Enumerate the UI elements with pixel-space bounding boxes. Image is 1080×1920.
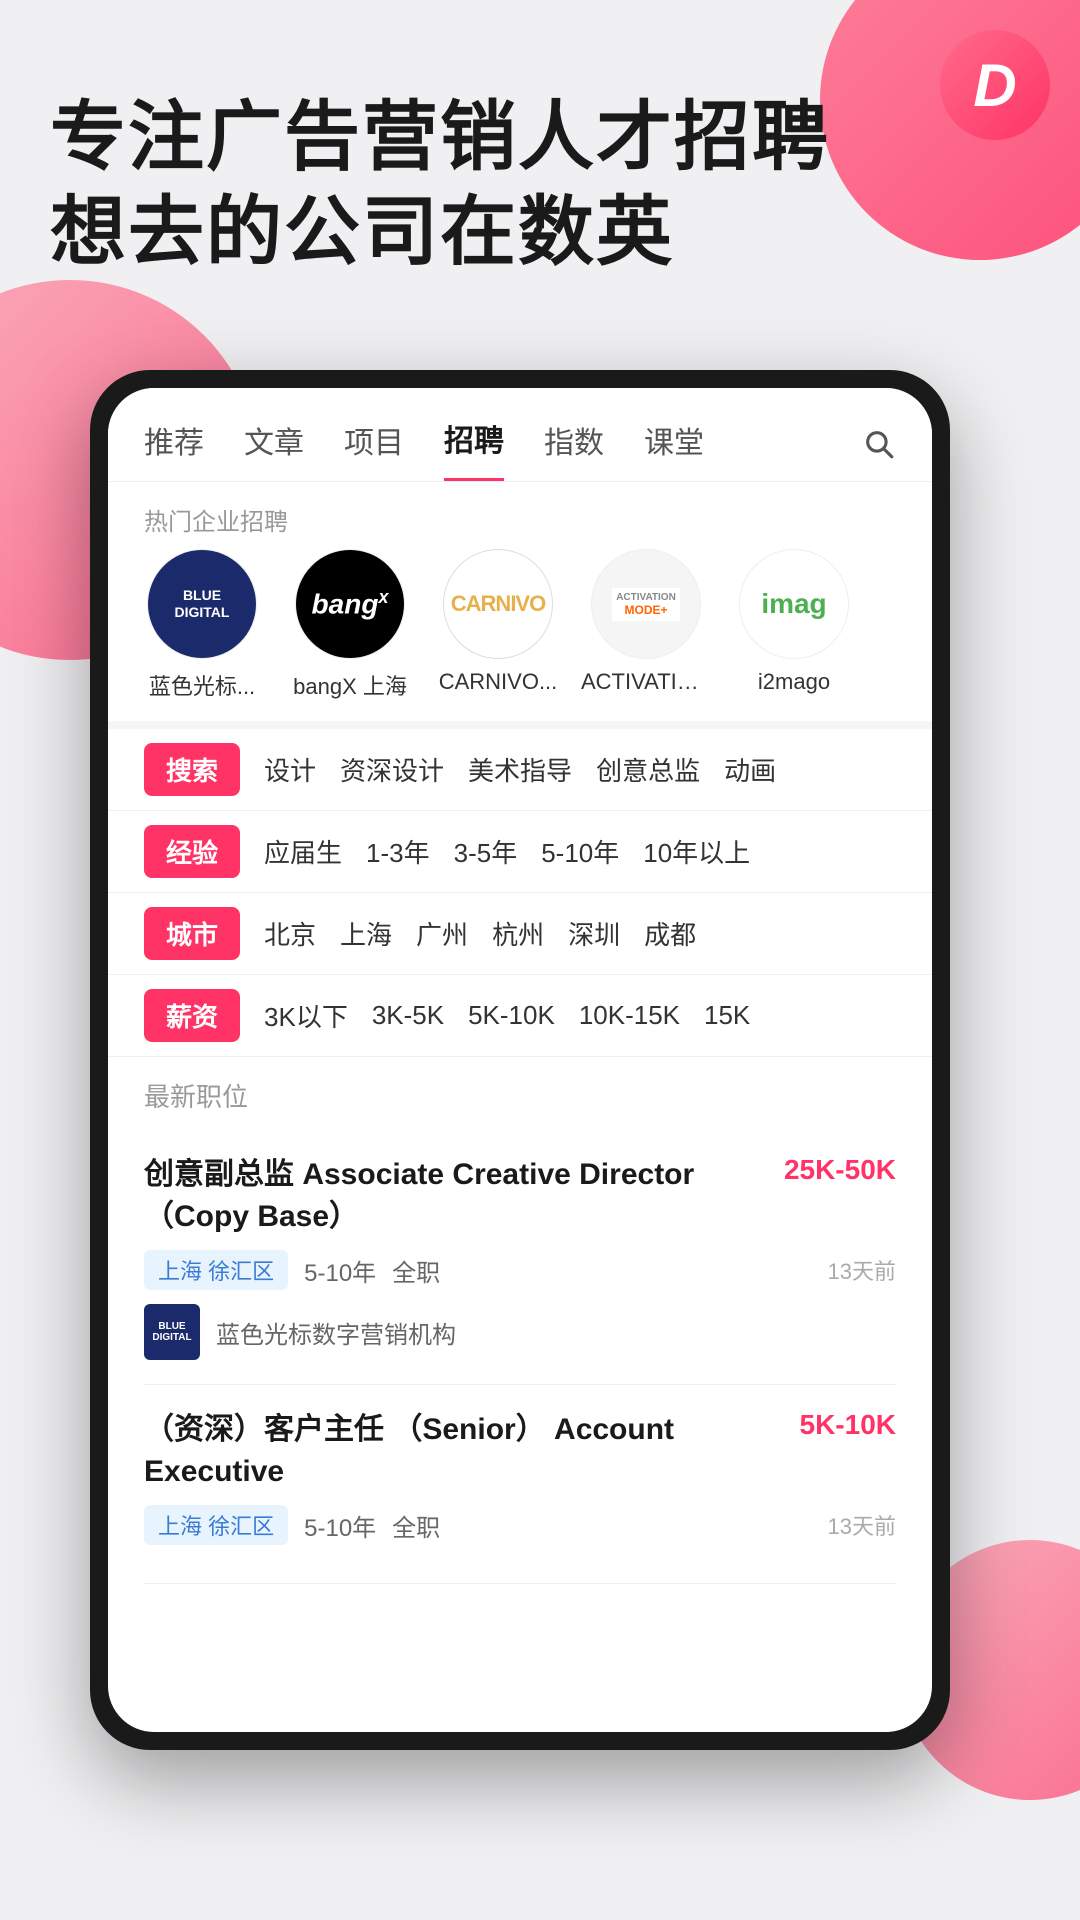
content-area: 热门企业招聘 BLUEDIGITAL 蓝色光标... bangx bangX 上…	[108, 482, 932, 1732]
hot-companies-label: 热门企业招聘	[108, 482, 932, 549]
filter-row-salary: 薪资 3K以下 3K-5K 5K-10K 10K-15K 15K	[108, 975, 932, 1057]
jobs-section-title: 最新职位	[144, 1077, 896, 1114]
hero-title: 专注广告营销人才招聘 想去的公司在数英	[50, 90, 920, 280]
company-logo-carnivo: CARNIVO	[443, 549, 553, 659]
job-time: 13天前	[828, 1509, 896, 1541]
filter-item[interactable]: 应届生	[264, 833, 342, 870]
job-card-header: （资深）客户主任 （Senior） Account Executive 5K-1…	[144, 1409, 896, 1493]
job-title: （资深）客户主任 （Senior） Account Executive	[144, 1409, 780, 1493]
filter-badge-experience[interactable]: 经验	[144, 825, 240, 878]
filter-badge-city[interactable]: 城市	[144, 907, 240, 960]
job-location-tag: 上海 徐汇区	[144, 1505, 288, 1545]
company-logo-imago: imag	[739, 549, 849, 659]
job-type: 全职	[392, 1253, 440, 1288]
job-salary: 5K-10K	[800, 1409, 896, 1441]
filter-item[interactable]: 资深设计	[340, 751, 444, 788]
companies-row: BLUEDIGITAL 蓝色光标... bangx bangX 上海 CARNI…	[108, 549, 932, 721]
job-location-tag: 上海 徐汇区	[144, 1250, 288, 1290]
filter-item[interactable]: 设计	[264, 751, 316, 788]
company-name: ACTIVATIO...	[581, 669, 711, 695]
job-experience: 5-10年	[304, 1253, 376, 1288]
blue-digital-logo-image: BLUEDIGITAL	[148, 550, 256, 658]
company-mini-logo: BLUEDIGITAL	[144, 1304, 200, 1360]
job-salary: 25K-50K	[784, 1154, 896, 1186]
job-company-row: BLUEDIGITAL 蓝色光标数字营销机构	[144, 1304, 896, 1360]
filter-item[interactable]: 杭州	[492, 915, 544, 952]
filter-badge-search[interactable]: 搜索	[144, 743, 240, 796]
filter-item[interactable]: 1-3年	[366, 833, 430, 870]
company-name: i2mago	[758, 669, 830, 695]
filter-item[interactable]: 5K-10K	[468, 1000, 555, 1031]
bangx-logo-text: bangx	[312, 587, 389, 620]
filter-item[interactable]: 3K-5K	[372, 1000, 444, 1031]
job-title: 创意副总监 Associate Creative Director（Copy B…	[144, 1154, 764, 1238]
phone-mockup: 推荐 文章 项目 招聘 指数 课堂 热门企业招聘	[90, 370, 1080, 1820]
filter-item[interactable]: 15K	[704, 1000, 750, 1031]
company-name: bangX 上海	[293, 669, 407, 701]
filter-item[interactable]: 3K以下	[264, 997, 348, 1034]
app-logo-letter: D	[973, 51, 1016, 120]
phone-screen: 推荐 文章 项目 招聘 指数 课堂 热门企业招聘	[108, 388, 932, 1732]
filter-item[interactable]: 10K-15K	[579, 1000, 680, 1031]
jobs-section: 最新职位 创意副总监 Associate Creative Director（C…	[108, 1057, 932, 1584]
filter-item[interactable]: 创意总监	[596, 751, 700, 788]
job-type: 全职	[392, 1508, 440, 1543]
company-mini-logo-text: BLUEDIGITAL	[148, 1317, 195, 1347]
imago-logo-text: imag	[761, 588, 826, 620]
job-card-header: 创意副总监 Associate Creative Director（Copy B…	[144, 1154, 896, 1238]
filter-item[interactable]: 美术指导	[468, 751, 572, 788]
filter-badge-salary[interactable]: 薪资	[144, 989, 240, 1042]
filter-item[interactable]: 北京	[264, 915, 316, 952]
company-item[interactable]: CARNIVO CARNIVO...	[424, 549, 572, 695]
filter-item[interactable]: 10年以上	[643, 833, 750, 870]
tab-recommend[interactable]: 推荐	[144, 418, 204, 480]
filter-item[interactable]: 深圳	[568, 915, 620, 952]
job-card[interactable]: （资深）客户主任 （Senior） Account Executive 5K-1…	[144, 1385, 896, 1584]
nav-tabs: 推荐 文章 项目 招聘 指数 课堂	[108, 388, 932, 482]
job-meta: 上海 徐汇区 5-10年 全职 13天前	[144, 1505, 896, 1545]
company-mini-name: 蓝色光标数字营销机构	[216, 1315, 456, 1350]
tab-jobs[interactable]: 招聘	[444, 416, 504, 481]
tab-article[interactable]: 文章	[244, 418, 304, 480]
company-name: 蓝色光标...	[149, 669, 255, 701]
filter-row-experience: 经验 应届生 1-3年 3-5年 5-10年 10年以上	[108, 811, 932, 893]
tab-project[interactable]: 项目	[344, 418, 404, 480]
company-item[interactable]: imag i2mago	[720, 549, 868, 695]
filter-row-search: 搜索 设计 资深设计 美术指导 创意总监 动画	[108, 729, 932, 811]
app-logo[interactable]: D	[940, 30, 1050, 140]
search-icon[interactable]	[862, 427, 896, 470]
filter-item[interactable]: 5-10年	[541, 833, 619, 870]
filter-item[interactable]: 广州	[416, 915, 468, 952]
job-time: 13天前	[828, 1254, 896, 1286]
filter-item[interactable]: 上海	[340, 915, 392, 952]
filter-item[interactable]: 3-5年	[454, 833, 518, 870]
company-logo-activation: ACTIVATION MODE+	[591, 549, 701, 659]
tab-course[interactable]: 课堂	[644, 418, 704, 480]
company-item[interactable]: ACTIVATION MODE+ ACTIVATIO...	[572, 549, 720, 695]
phone-frame: 推荐 文章 项目 招聘 指数 课堂 热门企业招聘	[90, 370, 950, 1750]
filter-item[interactable]: 动画	[724, 751, 776, 788]
activation-logo-text: ACTIVATION MODE+	[612, 588, 680, 621]
carnivo-logo-text: CARNIVO	[451, 591, 545, 617]
job-meta: 上海 徐汇区 5-10年 全职 13天前	[144, 1250, 896, 1290]
company-item[interactable]: bangx bangX 上海	[276, 549, 424, 701]
company-item[interactable]: BLUEDIGITAL 蓝色光标...	[128, 549, 276, 701]
company-name: CARNIVO...	[439, 669, 558, 695]
company-logo-bangx: bangx	[295, 549, 405, 659]
filter-item[interactable]: 成都	[644, 915, 696, 952]
hero-section: 专注广告营销人才招聘 想去的公司在数英	[50, 90, 920, 280]
tab-index[interactable]: 指数	[544, 418, 604, 480]
job-card[interactable]: 创意副总监 Associate Creative Director（Copy B…	[144, 1130, 896, 1385]
company-logo-blue-digital: BLUEDIGITAL	[147, 549, 257, 659]
filter-section: 搜索 设计 资深设计 美术指导 创意总监 动画 经验 应届生 1-3年 3-5年…	[108, 721, 932, 1057]
job-experience: 5-10年	[304, 1508, 376, 1543]
filter-row-city: 城市 北京 上海 广州 杭州 深圳 成都	[108, 893, 932, 975]
